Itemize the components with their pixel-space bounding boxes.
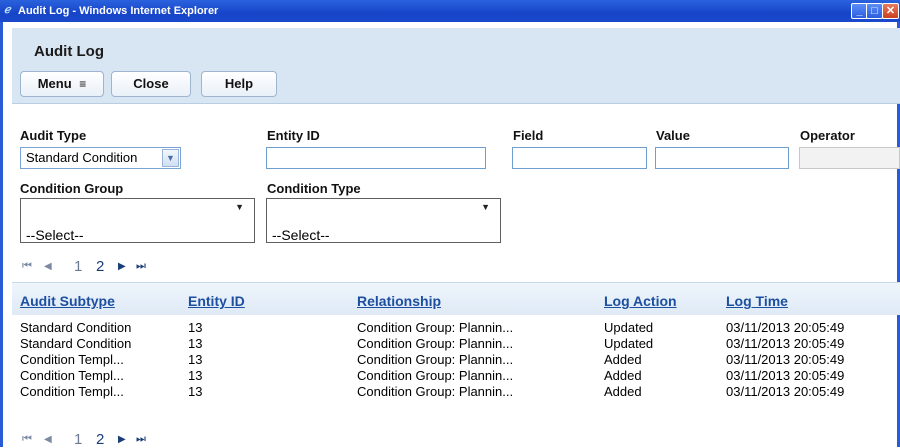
cell-relationship: Condition Group: Plannin... xyxy=(357,336,514,351)
cell-log-action: Added xyxy=(604,384,642,399)
first-page-icon[interactable]: ⏮ xyxy=(22,260,32,273)
next-page-icon[interactable]: ▶ xyxy=(118,434,126,445)
table-row[interactable]: Standard Condition 13 Condition Group: P… xyxy=(12,320,900,336)
table-row[interactable]: Condition Templ... 13 Condition Group: P… xyxy=(12,352,900,368)
maximize-button[interactable]: □ xyxy=(866,3,883,19)
cell-log-action: Updated xyxy=(604,320,654,335)
cell-audit-subtype: Standard Condition xyxy=(20,336,132,351)
cell-log-action: Added xyxy=(604,352,642,367)
column-log-action[interactable]: Log Action xyxy=(604,293,677,309)
column-entity-id[interactable]: Entity ID xyxy=(188,293,245,309)
menu-button[interactable]: Menu ≡ xyxy=(20,71,104,97)
window-close-button[interactable]: ✕ xyxy=(882,3,899,19)
table-row[interactable]: Condition Templ... 13 Condition Group: P… xyxy=(12,368,900,384)
help-button[interactable]: Help xyxy=(201,71,277,97)
value-label: Value xyxy=(656,128,690,143)
cell-entity-id: 13 xyxy=(188,352,203,367)
cell-relationship: Condition Group: Plannin... xyxy=(357,368,514,383)
window-titlebar: ℯ Audit Log - Windows Internet Explorer … xyxy=(0,0,900,22)
field-label: Field xyxy=(513,128,544,143)
page-link-2[interactable]: 2 xyxy=(96,431,104,448)
cell-log-time: 03/11/2013 20:05:49 xyxy=(726,368,845,383)
condition-type-select[interactable]: ▼ --Select-- xyxy=(266,198,501,243)
chevron-down-icon: ▼ xyxy=(235,202,244,212)
last-page-icon[interactable]: ⏭ xyxy=(136,260,146,273)
cell-log-action: Updated xyxy=(604,336,654,351)
window-title: Audit Log - Windows Internet Explorer xyxy=(18,5,219,17)
cell-log-time: 03/11/2013 20:05:49 xyxy=(726,336,845,351)
cell-log-time: 03/11/2013 20:05:49 xyxy=(726,384,845,399)
menu-button-label: Menu xyxy=(37,76,72,91)
cell-relationship: Condition Group: Plannin... xyxy=(357,320,514,335)
chevron-down-icon: ▼ xyxy=(481,202,490,212)
cell-audit-subtype: Standard Condition xyxy=(20,320,132,335)
page-link-1[interactable]: 1 xyxy=(74,431,82,448)
column-relationship[interactable]: Relationship xyxy=(357,293,441,309)
cell-entity-id: 13 xyxy=(188,384,203,399)
last-page-icon[interactable]: ⏭ xyxy=(136,433,146,446)
cell-audit-subtype: Condition Templ... xyxy=(20,352,124,367)
header-panel: Audit Log Menu ≡ Close Help xyxy=(12,28,900,104)
menu-icon: ≡ xyxy=(79,77,87,91)
cell-relationship: Condition Group: Plannin... xyxy=(357,352,514,367)
audit-type-select[interactable]: Standard Condition ▼ xyxy=(20,147,181,169)
operator-input xyxy=(799,147,900,169)
condition-group-label: Condition Group xyxy=(20,181,124,196)
cell-log-time: 03/11/2013 20:05:49 xyxy=(726,320,845,335)
prev-page-icon[interactable]: ◀ xyxy=(44,261,52,272)
operator-label: Operator xyxy=(800,128,855,143)
cell-audit-subtype: Condition Templ... xyxy=(20,368,124,383)
entity-id-input[interactable] xyxy=(266,147,486,169)
table-row[interactable]: Standard Condition 13 Condition Group: P… xyxy=(12,336,900,352)
table-header: Audit Subtype Entity ID Relationship Log… xyxy=(12,282,900,315)
condition-group-select[interactable]: ▼ --Select-- xyxy=(20,198,255,243)
close-button[interactable]: Close xyxy=(111,71,191,97)
page-title: Audit Log xyxy=(34,43,104,60)
table-row[interactable]: Condition Templ... 13 Condition Group: P… xyxy=(12,384,900,400)
ie-icon: ℯ xyxy=(4,4,11,16)
audit-type-label: Audit Type xyxy=(20,128,87,143)
entity-id-label: Entity ID xyxy=(267,128,320,143)
page-link-2[interactable]: 2 xyxy=(96,258,104,275)
cell-entity-id: 13 xyxy=(188,368,203,383)
cell-entity-id: 13 xyxy=(188,320,203,335)
first-page-icon[interactable]: ⏮ xyxy=(22,433,32,446)
cell-entity-id: 13 xyxy=(188,336,203,351)
field-input[interactable] xyxy=(512,147,647,169)
column-audit-subtype[interactable]: Audit Subtype xyxy=(20,293,115,309)
page-link-1[interactable]: 1 xyxy=(74,258,82,275)
condition-group-value: --Select-- xyxy=(26,227,84,243)
condition-type-value: --Select-- xyxy=(272,227,330,243)
cell-relationship: Condition Group: Plannin... xyxy=(357,384,514,399)
cell-audit-subtype: Condition Templ... xyxy=(20,384,124,399)
chevron-down-icon: ▼ xyxy=(162,149,179,167)
window-frame-left xyxy=(0,22,3,447)
prev-page-icon[interactable]: ◀ xyxy=(44,434,52,445)
cell-log-action: Added xyxy=(604,368,642,383)
next-page-icon[interactable]: ▶ xyxy=(118,261,126,272)
value-input[interactable] xyxy=(655,147,789,169)
column-log-time[interactable]: Log Time xyxy=(726,293,788,309)
audit-type-value: Standard Condition xyxy=(26,150,138,165)
cell-log-time: 03/11/2013 20:05:49 xyxy=(726,352,845,367)
condition-type-label: Condition Type xyxy=(267,181,361,196)
